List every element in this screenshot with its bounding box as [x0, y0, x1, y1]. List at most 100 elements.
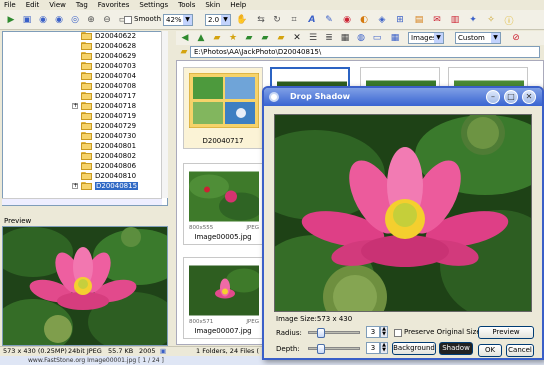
filter-combo[interactable]: Images ▼ [408, 32, 444, 44]
move-icon[interactable]: ▰ [258, 31, 272, 45]
tree-item[interactable]: D20040729 [3, 122, 163, 130]
details-view-icon[interactable]: ≣ [322, 31, 336, 45]
tree-item[interactable]: D20040629 [3, 52, 163, 60]
sort-combo[interactable]: Custom Sort▼ [455, 32, 501, 52]
flip-icon[interactable]: ⇆ [254, 13, 268, 27]
red-eye-icon[interactable]: ◉ [340, 13, 354, 27]
tree-item[interactable]: D20040708 [3, 82, 163, 90]
up-folder-icon[interactable]: ▲ [194, 31, 208, 45]
menu-file[interactable]: File [0, 0, 22, 10]
delete-icon[interactable]: ✕ [290, 31, 304, 45]
slideshow-icon[interactable]: ▤ [412, 13, 426, 27]
preview-button[interactable]: Preview [478, 326, 534, 339]
save-icon[interactable]: ▣ [20, 13, 34, 27]
tree-item[interactable]: D20040622 [3, 32, 163, 40]
folder-tree[interactable]: D20040622 D20040628 D20040629 D20040703 … [2, 31, 168, 206]
thumbnail-view-icon[interactable]: ▦ [338, 31, 352, 45]
radius-slider-track[interactable] [308, 331, 360, 334]
ok-button[interactable]: OK [478, 344, 502, 357]
settings-icon[interactable]: ✦ [466, 13, 480, 27]
background-color-button[interactable]: Background [392, 342, 436, 355]
tree-vertical-scrollbar[interactable] [161, 31, 168, 198]
folder-icon [81, 172, 92, 180]
draw-icon[interactable]: ✎ [322, 13, 336, 27]
menu-tools[interactable]: Tools [174, 0, 201, 10]
depth-spin-arrows-icon[interactable]: ▲ ▼ [380, 342, 388, 354]
text-icon[interactable]: A [305, 13, 319, 27]
menu-settings[interactable]: Settings [135, 0, 174, 10]
refresh-view-icon[interactable]: ◍ [354, 31, 368, 45]
list-view-icon[interactable]: ☰ [306, 31, 320, 45]
menu-edit[interactable]: Edit [22, 0, 46, 10]
maximize-icon[interactable]: □ [504, 90, 518, 104]
color-icon[interactable]: ◐ [357, 13, 371, 27]
zoom-out-icon[interactable]: ⊖ [100, 13, 114, 27]
menu-help[interactable]: Help [226, 0, 252, 10]
size-icon[interactable]: ▭ [370, 31, 384, 45]
print-icon[interactable]: ▥ [448, 13, 462, 27]
depth-slider-thumb[interactable] [317, 344, 325, 354]
tree-item[interactable]: D20040810 [3, 172, 163, 180]
expand-icon[interactable]: + [72, 103, 78, 109]
radius-spin-arrows-icon[interactable]: ▲ ▼ [380, 326, 388, 338]
minimize-icon[interactable]: – [486, 90, 500, 104]
tree-item[interactable]: D20040704 [3, 72, 163, 80]
effects-icon[interactable]: ◈ [375, 13, 389, 27]
help-icon[interactable]: ✧ [484, 13, 498, 27]
chevron-down-icon: ▼ [434, 33, 443, 43]
address-bar: ▰ E:\Photos\AA\JackPhoto\D20040815\ [176, 45, 544, 59]
email-icon[interactable]: ✉ [430, 13, 444, 27]
tree-item-selected[interactable]: + D20040815 [3, 182, 163, 190]
tree-item[interactable]: D20040806 [3, 162, 163, 170]
tree-item[interactable]: D20040717 [3, 92, 163, 100]
menu-tag[interactable]: Tag [72, 0, 94, 10]
close-icon[interactable]: ✕ [522, 90, 536, 104]
back-arrow-icon[interactable]: ◀ [178, 31, 192, 45]
zoom-in-icon[interactable]: ⊕ [84, 13, 98, 27]
menu-view[interactable]: View [45, 0, 72, 10]
stop-icon[interactable]: ⊘ [509, 31, 523, 45]
image-size-label: Image Size:573 x 430 [276, 315, 353, 323]
rename-icon[interactable]: ▰ [274, 31, 288, 45]
tree-item[interactable]: + D20040718 [3, 102, 163, 110]
expand-icon[interactable]: + [72, 183, 78, 189]
radius-spinbox[interactable]: 3 [366, 326, 380, 338]
smooth-checkbox[interactable] [124, 16, 132, 24]
thumbnail-image[interactable]: 800x571 JPEG Image00007.jpg [183, 257, 263, 339]
forward-icon[interactable]: ◉ [52, 13, 66, 27]
tree-item[interactable]: D20040719 [3, 112, 163, 120]
cancel-button[interactable]: Cancel [506, 344, 534, 357]
shadow-color-button[interactable]: Shadow [439, 342, 473, 355]
menu-favorites[interactable]: Favorites [94, 0, 136, 10]
hand-tool-icon[interactable]: ✋ [235, 13, 249, 27]
depth-spinbox[interactable]: 3 [366, 342, 380, 354]
tree-item[interactable]: D20040703 [3, 62, 163, 70]
thumbnail-folder[interactable]: D20040717 [183, 67, 263, 149]
radius-slider-thumb[interactable] [317, 328, 325, 338]
menu-skin[interactable]: Skin [201, 0, 226, 10]
address-field[interactable]: E:\Photos\AA\JackPhoto\D20040815\ [190, 46, 540, 58]
refresh-icon[interactable]: ◎ [68, 13, 82, 27]
lotus-photo [275, 115, 531, 311]
select-icon[interactable]: ▦ [388, 31, 402, 45]
tree-item[interactable]: D20040628 [3, 42, 163, 50]
tree-item[interactable]: D20040801 [3, 142, 163, 150]
tree-horizontal-scrollbar[interactable] [2, 198, 162, 205]
preserve-size-checkbox[interactable] [394, 329, 402, 337]
rotate-icon[interactable]: ↻ [270, 13, 284, 27]
copy-icon[interactable]: ▰ [242, 31, 256, 45]
favorite-icon[interactable]: ★ [226, 31, 240, 45]
zoom-combo[interactable]: 42% ▼ [163, 14, 193, 26]
resize-icon[interactable]: ⊞ [393, 13, 407, 27]
tree-item[interactable]: D20040802 [3, 152, 163, 160]
new-folder-icon[interactable]: ▰ [210, 31, 224, 45]
step-combo[interactable]: 2.0 ▼ [205, 14, 231, 26]
dialog-app-icon [269, 92, 279, 102]
thumbnail-image[interactable]: 800x555 JPEG Image00005.jpg [183, 163, 263, 245]
crop-icon[interactable]: ⌗ [287, 13, 301, 27]
tree-item[interactable]: D20040730 [3, 132, 163, 140]
open-folder-icon[interactable]: ▶ [4, 13, 18, 27]
info-icon[interactable]: ⓘ [502, 13, 516, 27]
depth-slider-track[interactable] [308, 347, 360, 350]
back-icon[interactable]: ◉ [36, 13, 50, 27]
